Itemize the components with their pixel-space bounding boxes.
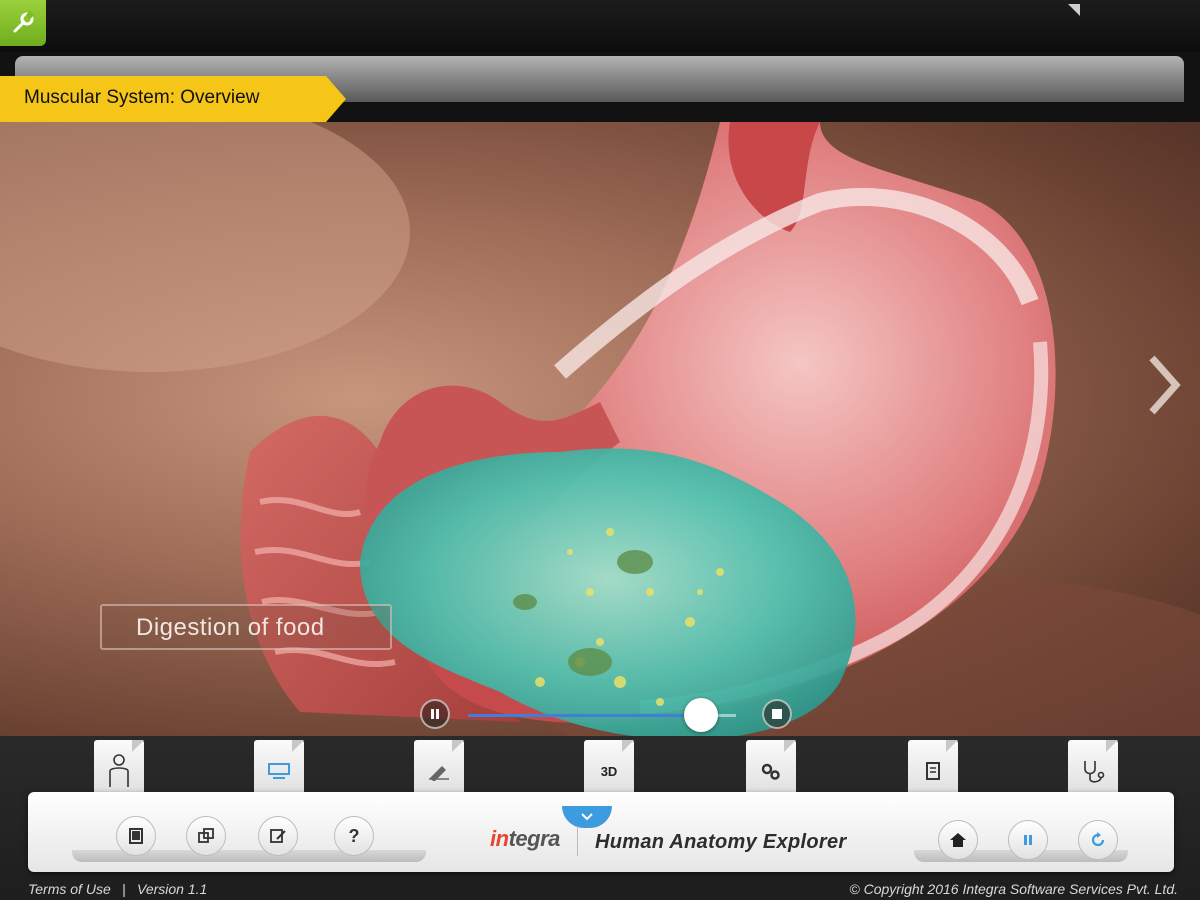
animation-viewport[interactable]: Digestion of food	[0, 122, 1200, 736]
logo-rest: tegra	[508, 826, 561, 851]
notes-icon	[268, 763, 290, 779]
logo-accent: in	[490, 826, 509, 851]
caption-box: Digestion of food	[100, 604, 392, 650]
copyright-text: © Copyright 2016 Integra Software Servic…	[849, 881, 1178, 897]
terms-link[interactable]: Terms of Use	[28, 881, 111, 897]
version-text: Version 1.1	[137, 881, 208, 897]
progress-slider-handle[interactable]	[684, 698, 718, 732]
body-outline-icon	[109, 754, 129, 787]
refresh-icon	[1091, 832, 1105, 847]
pause-button[interactable]	[420, 699, 450, 729]
wrench-icon	[13, 10, 35, 33]
note-edit-icon	[270, 829, 286, 843]
footer-separator: |	[122, 881, 126, 897]
stop-button[interactable]	[762, 699, 792, 729]
pause-all-button[interactable]	[1008, 820, 1048, 860]
tablet-icon	[129, 828, 143, 844]
document-icon	[926, 762, 940, 780]
corner-triangle-icon	[1068, 4, 1080, 16]
title-tag: Muscular System: Overview	[0, 76, 346, 122]
chevron-down-icon	[581, 813, 593, 821]
footer: Terms of Use | Version 1.1 © Copyright 2…	[0, 880, 1200, 900]
pause-icon	[1024, 835, 1032, 845]
pause-icon	[431, 709, 439, 719]
home-icon	[950, 833, 966, 847]
help-button[interactable]: ?	[334, 816, 374, 856]
page-title: Muscular System: Overview	[24, 87, 260, 108]
caption-text: Digestion of food	[136, 614, 325, 641]
refresh-button[interactable]	[1078, 820, 1118, 860]
home-button[interactable]	[938, 820, 978, 860]
copy-icon	[198, 828, 214, 843]
3d-icon: 3D	[600, 763, 618, 779]
media-player	[420, 695, 800, 732]
settings-button[interactable]	[0, 0, 46, 46]
app-name: Human Anatomy Explorer	[595, 831, 847, 853]
brand-divider	[577, 826, 578, 856]
help-icon: ?	[348, 825, 360, 846]
chevron-right-icon	[1149, 355, 1181, 415]
stop-icon	[772, 709, 782, 719]
top-bar	[0, 0, 1200, 52]
next-button[interactable]	[1146, 354, 1182, 421]
progress-fill	[468, 714, 701, 717]
stethoscope-icon	[1084, 761, 1105, 783]
note-edit-button[interactable]	[258, 816, 298, 856]
tablet-button[interactable]	[116, 816, 156, 856]
gears-icon	[761, 763, 780, 780]
edit-pencil-icon	[429, 766, 449, 781]
integra-logo: integra	[490, 826, 560, 852]
copy-button[interactable]	[186, 816, 226, 856]
